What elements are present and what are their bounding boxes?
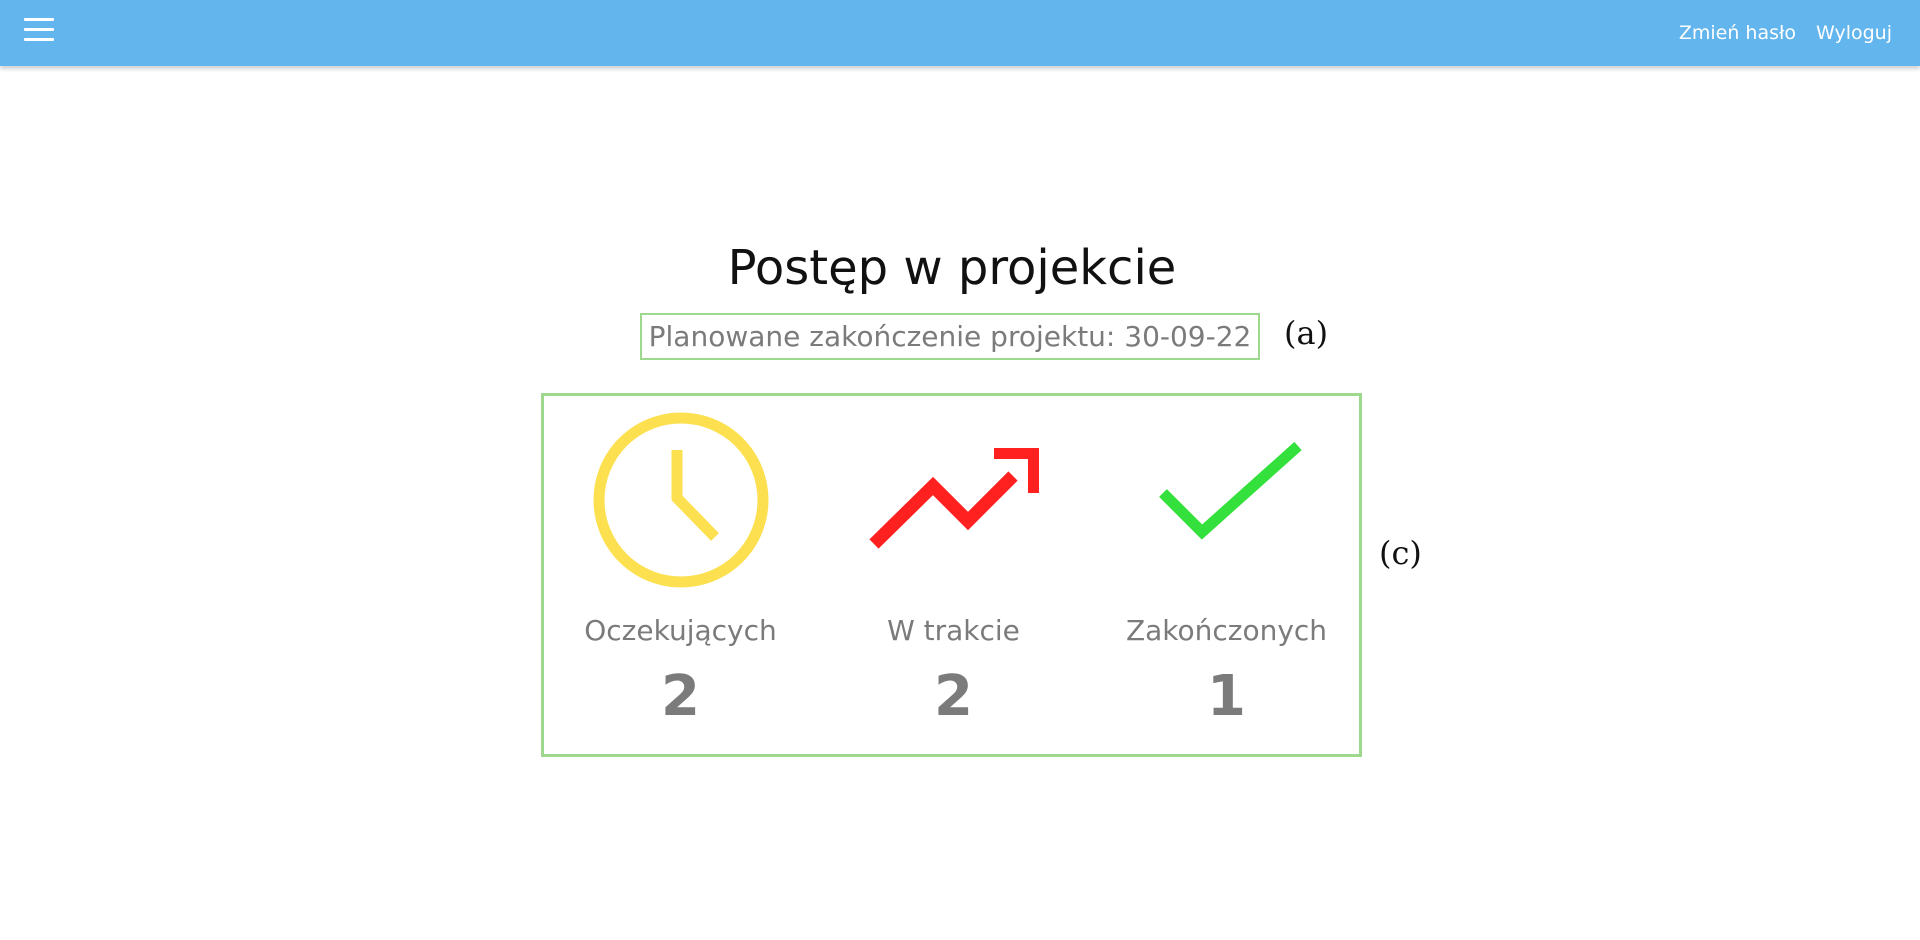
stat-pending-label: Oczekujących (584, 614, 777, 647)
annotation-label-c: (c) (1379, 534, 1422, 572)
top-navigation-bar: Zmień hasło Wyloguj (0, 0, 1920, 66)
annotation-label-a: (a) (1284, 314, 1329, 352)
stat-pending: Oczekujących 2 (544, 396, 817, 754)
trending-up-icon (817, 410, 1090, 590)
project-deadline: Planowane zakończenie projektu: 30-09-22 (640, 313, 1260, 360)
clock-icon (544, 410, 817, 590)
stat-completed-count: 1 (1207, 664, 1246, 729)
stat-in-progress-label: W trakcie (887, 614, 1020, 647)
task-stats-panel: Oczekujących 2 W trakcie 2 Zakończonych … (541, 393, 1362, 757)
page-title: Postęp w projekcie (727, 240, 1177, 296)
change-password-link[interactable]: Zmień hasło (1679, 22, 1796, 44)
logout-link[interactable]: Wyloguj (1816, 22, 1892, 44)
stat-completed-label: Zakończonych (1125, 614, 1328, 647)
stat-in-progress-count: 2 (934, 664, 973, 729)
checkmark-icon (1090, 410, 1363, 590)
stat-in-progress: W trakcie 2 (817, 396, 1090, 754)
user-menu: Zmień hasło Wyloguj (1679, 0, 1892, 66)
hamburger-icon[interactable] (22, 16, 58, 46)
stat-pending-count: 2 (661, 664, 700, 729)
stat-completed: Zakończonych 1 (1090, 396, 1363, 754)
